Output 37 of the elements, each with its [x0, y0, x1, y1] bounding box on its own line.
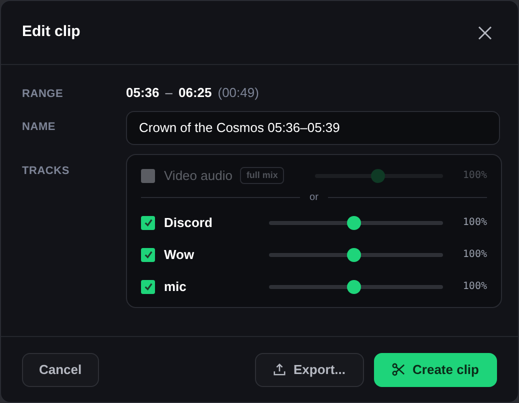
separator-text: or: [310, 190, 318, 204]
close-icon[interactable]: [478, 26, 492, 40]
name-input[interactable]: Crown of the Cosmos 05:36–05:39: [126, 110, 500, 144]
check-icon: [142, 217, 154, 228]
track-label: Discord: [164, 214, 212, 232]
upload-icon: [272, 363, 286, 376]
track-label: Video audio: [164, 166, 232, 185]
volume-slider[interactable]: [269, 280, 443, 294]
checkbox[interactable]: [141, 280, 155, 294]
slider-thumb[interactable]: [347, 280, 362, 294]
range-separator: –: [165, 84, 172, 102]
range-start: 05:36: [126, 84, 160, 102]
cancel-button[interactable]: Cancel: [22, 352, 99, 386]
check-icon: [142, 281, 154, 292]
range-end: 06:25: [178, 84, 212, 102]
checkbox[interactable]: [141, 248, 155, 262]
field-label: TRACKS: [22, 164, 70, 178]
tag: full mix: [240, 166, 284, 184]
volume-slider[interactable]: [269, 216, 443, 230]
volume-reading: 100%: [462, 216, 487, 230]
range-duration: (00:49): [218, 84, 259, 102]
check-icon: [142, 249, 154, 260]
export-button[interactable]: Export...: [254, 352, 364, 386]
volume-slider[interactable]: [269, 248, 443, 262]
scissors-icon: [392, 363, 405, 376]
volume-reading: 100%: [462, 169, 487, 183]
create-clip-button[interactable]: Create clip: [374, 352, 497, 386]
slider-thumb[interactable]: [347, 216, 362, 230]
volume-reading: 100%: [462, 280, 487, 294]
volume-reading: 100%: [462, 248, 487, 262]
field-label: RANGE: [22, 87, 64, 102]
track-label: Wow: [164, 246, 194, 264]
dialog-title: Edit clip: [22, 22, 80, 42]
track-label: mic: [164, 278, 186, 296]
slider-thumb[interactable]: [347, 248, 362, 262]
field-label: NAME: [22, 120, 56, 134]
checkbox[interactable]: [141, 216, 155, 230]
